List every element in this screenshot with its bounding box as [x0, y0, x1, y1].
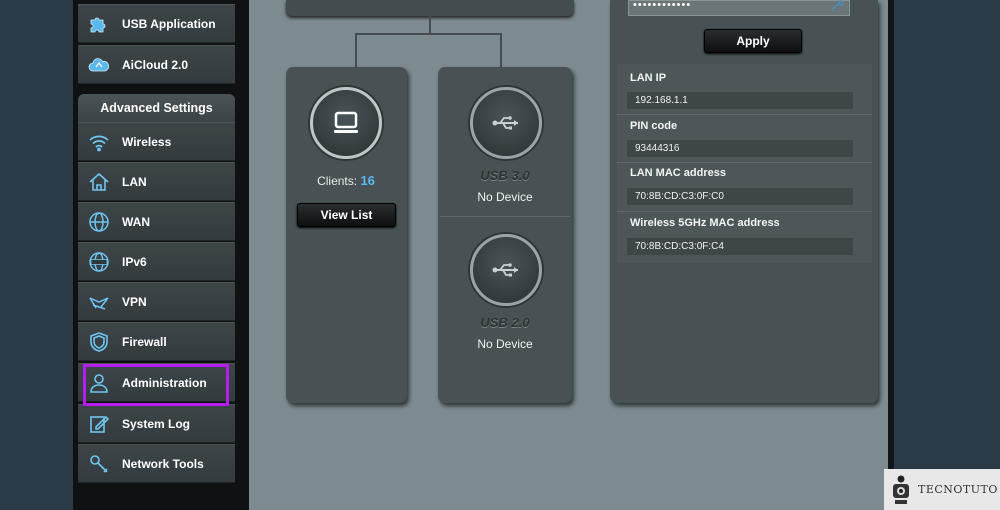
monitor-icon [334, 111, 358, 133]
user-icon [86, 370, 112, 396]
clients-icon-button[interactable] [310, 87, 382, 159]
wireless-5ghz-mac-label: Wireless 5GHz MAC address [630, 217, 780, 229]
pin-code-label: PIN code [630, 120, 678, 132]
menu-label: System Log [122, 416, 191, 431]
connector-line [500, 33, 502, 67]
usb-icon [492, 263, 518, 277]
menu-ipv6[interactable]: IPv6 [78, 242, 235, 281]
ipv6-globe-icon [86, 249, 112, 275]
info-separator [617, 114, 872, 115]
menu-label: Administration [122, 375, 207, 390]
lan-ip-label: LAN IP [630, 72, 667, 84]
cloud-icon [86, 52, 112, 78]
menu-label: Network Tools [122, 456, 204, 471]
lan-mac-label: LAN MAC address [630, 167, 726, 179]
clients-label: Clients: [317, 174, 358, 188]
clients-count: Clients: 16 [286, 173, 406, 188]
menu-usb-application[interactable]: USB Application [78, 4, 235, 43]
connector-line [355, 33, 357, 67]
menu-wireless[interactable]: Wireless [78, 122, 235, 161]
usb-2-title: USB 2.0 [480, 315, 530, 330]
connector-line [429, 16, 431, 34]
menu-firewall[interactable]: Firewall [78, 322, 235, 361]
menu-system-log[interactable]: System Log [78, 404, 235, 443]
usb-icon [492, 116, 518, 130]
wireless-password-field[interactable]: •••••••••••• [628, 0, 850, 16]
menu-label: IPv6 [122, 254, 147, 269]
lan-mac-value: 70:8B:CD:C3:0F:C0 [627, 188, 853, 205]
menu-aicloud[interactable]: AiCloud 2.0 [78, 45, 235, 84]
vpn-icon [86, 289, 112, 315]
lan-ip-value: 192.168.1.1 [627, 92, 853, 109]
menu-label: Wireless [122, 134, 172, 149]
advanced-settings-header: Advanced Settings [78, 94, 235, 122]
sidebar: USB Application AiCloud 2.0 Advanced Set… [73, 0, 249, 510]
tools-icon [86, 451, 112, 477]
info-separator [617, 211, 872, 212]
key-icon[interactable] [830, 0, 844, 12]
menu-label: AiCloud 2.0 [122, 57, 189, 72]
menu-administration[interactable]: Administration [78, 363, 235, 402]
watermark: TECNOTUTO [884, 469, 1000, 510]
usb-3-icon-button[interactable] [470, 87, 542, 159]
menu-lan[interactable]: LAN [78, 162, 235, 201]
globe-icon [86, 209, 112, 235]
internet-status-box [286, 0, 574, 16]
apply-button[interactable]: Apply [704, 29, 802, 53]
puzzle-icon [86, 11, 112, 37]
usb-2-status: No Device [477, 337, 533, 351]
usb-2-icon-button[interactable] [470, 234, 542, 306]
menu-vpn[interactable]: VPN [78, 282, 235, 321]
usb-3-title: USB 3.0 [480, 168, 530, 183]
wifi-icon [86, 129, 112, 155]
wireless-5ghz-mac-value: 70:8B:CD:C3:0F:C4 [627, 238, 853, 255]
watermark-text: TECNOTUTO [918, 483, 998, 496]
menu-wan[interactable]: WAN [78, 202, 235, 241]
info-separator [617, 162, 872, 163]
menu-network-tools[interactable]: Network Tools [78, 444, 235, 483]
home-icon [86, 169, 112, 195]
clients-number: 16 [360, 173, 375, 188]
menu-label: WAN [122, 214, 150, 229]
frame-border [888, 0, 894, 510]
menu-label: Firewall [122, 334, 167, 349]
menu-label: VPN [122, 294, 147, 309]
usb-divider [440, 216, 570, 217]
webcam-logo-icon [893, 475, 909, 504]
menu-label: USB Application [122, 16, 216, 31]
shield-icon [86, 329, 112, 355]
usb-3-status: No Device [477, 190, 533, 204]
menu-label: LAN [122, 174, 147, 189]
pin-code-value: 93444316 [627, 140, 853, 157]
log-icon [86, 411, 112, 437]
connector-line [355, 33, 502, 35]
view-list-button[interactable]: View List [297, 203, 396, 227]
